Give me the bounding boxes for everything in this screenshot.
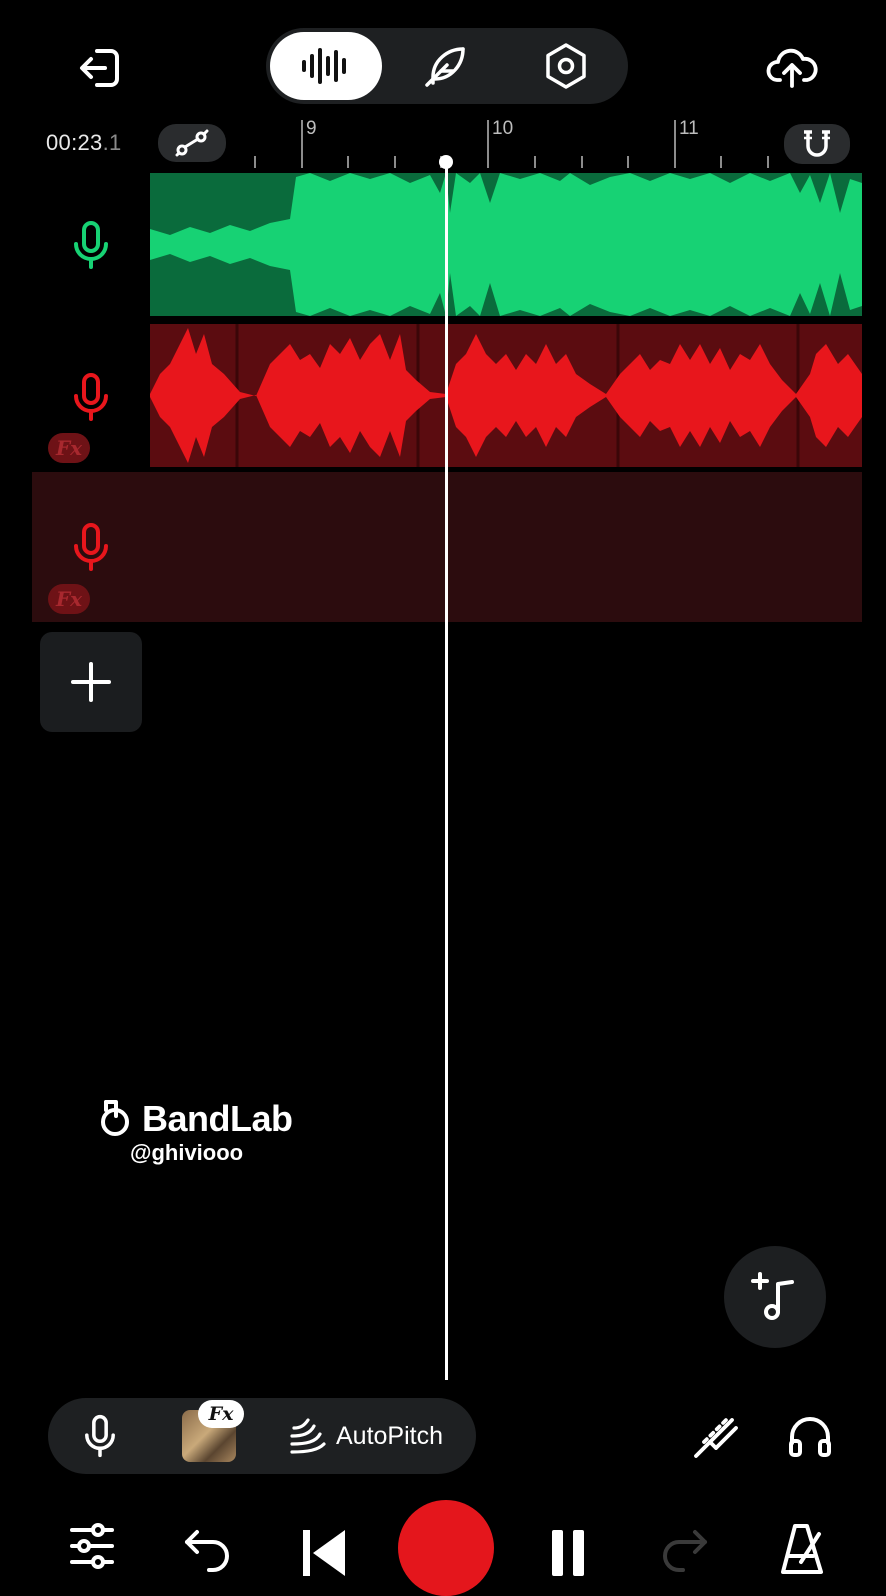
waveform-icon bbox=[302, 48, 346, 84]
plus-icon bbox=[71, 662, 111, 702]
autopitch-button[interactable]: AutoPitch bbox=[336, 1422, 443, 1451]
track-2-mic-button[interactable] bbox=[66, 370, 116, 424]
tuning-fork-icon bbox=[694, 1416, 738, 1458]
tuner-button[interactable] bbox=[688, 1408, 744, 1464]
undo-icon bbox=[185, 1530, 229, 1572]
add-instrument-button[interactable] bbox=[724, 1246, 826, 1348]
feather-icon bbox=[425, 47, 465, 87]
monitoring-headphones-button[interactable] bbox=[782, 1408, 838, 1464]
timecode: 00:23.1 bbox=[46, 130, 122, 156]
track-1-region[interactable] bbox=[150, 173, 862, 316]
fx-label-bubble[interactable]: Fx bbox=[198, 1400, 244, 1428]
rewind-button[interactable] bbox=[296, 1526, 352, 1576]
mixer-button[interactable] bbox=[64, 1522, 120, 1576]
magnet-icon bbox=[804, 130, 830, 157]
track-1-mic-button[interactable] bbox=[66, 218, 116, 272]
playhead-line[interactable] bbox=[445, 162, 448, 1380]
track-3-fx-badge[interactable]: Fx bbox=[48, 584, 90, 614]
bar-number-9: 9 bbox=[306, 118, 317, 139]
mixer-sliders-icon bbox=[70, 1523, 114, 1569]
mode-switcher bbox=[266, 28, 628, 104]
upload-button[interactable] bbox=[762, 38, 822, 98]
microphone-icon bbox=[74, 373, 108, 421]
track-2-waveform bbox=[150, 324, 862, 467]
track-1-waveform bbox=[150, 173, 862, 316]
bandlab-logo-icon bbox=[101, 1100, 129, 1136]
add-track-button[interactable] bbox=[40, 632, 142, 732]
input-mic-button[interactable] bbox=[76, 1412, 124, 1460]
microphone-icon bbox=[85, 1414, 115, 1458]
microphone-icon bbox=[74, 523, 108, 571]
redo-button[interactable] bbox=[656, 1526, 712, 1576]
snap-magnet-button[interactable] bbox=[784, 124, 850, 164]
cloud-upload-icon bbox=[766, 48, 818, 88]
track-tools-bar: Fx AutoPitch bbox=[48, 1398, 476, 1474]
mode-tracks-button[interactable] bbox=[296, 40, 356, 92]
watermark-handle: @ghiviooo bbox=[130, 1140, 244, 1165]
metronome-button[interactable] bbox=[772, 1522, 832, 1576]
record-button[interactable] bbox=[398, 1500, 494, 1596]
track-3-mic-button[interactable] bbox=[66, 520, 116, 574]
headphones-icon bbox=[789, 1417, 831, 1457]
redo-icon bbox=[663, 1530, 707, 1572]
add-music-note-icon bbox=[751, 1272, 794, 1320]
bar-number-10: 10 bbox=[492, 118, 514, 139]
timecode-main: 00:23 bbox=[46, 130, 103, 155]
exit-icon bbox=[80, 49, 119, 87]
track-2-region[interactable] bbox=[150, 324, 862, 467]
pause-icon bbox=[552, 1530, 584, 1576]
timecode-fraction: .1 bbox=[102, 130, 122, 155]
microphone-icon bbox=[74, 221, 108, 269]
mode-edit-button[interactable] bbox=[416, 40, 476, 92]
hexagon-settings-icon bbox=[546, 43, 586, 89]
skip-back-icon bbox=[303, 1530, 345, 1576]
watermark-brand: BandLab bbox=[142, 1098, 293, 1139]
autopitch-icon bbox=[290, 1418, 326, 1454]
exit-button[interactable] bbox=[72, 40, 128, 96]
pause-button[interactable] bbox=[540, 1526, 596, 1576]
bar-number-11: 11 bbox=[679, 118, 699, 139]
metronome-icon bbox=[781, 1524, 823, 1574]
playhead-handle[interactable] bbox=[439, 155, 453, 169]
undo-button[interactable] bbox=[180, 1526, 236, 1576]
mode-settings-button[interactable] bbox=[536, 40, 596, 92]
track-2-fx-badge[interactable]: Fx bbox=[48, 433, 90, 463]
